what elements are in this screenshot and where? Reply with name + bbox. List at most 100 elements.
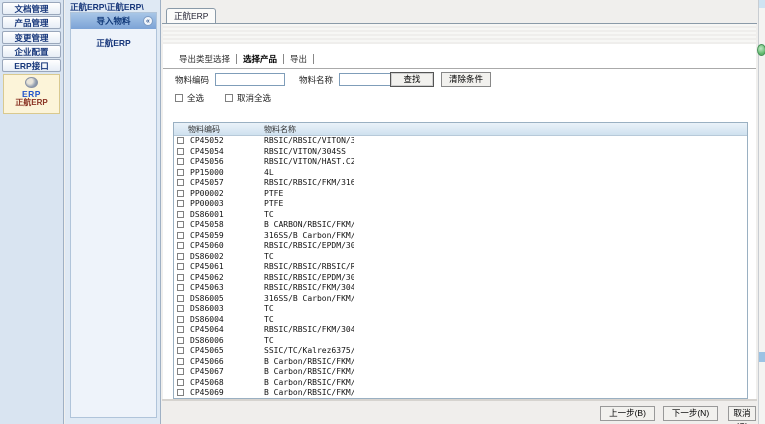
table-row[interactable]: PP00003PTFE	[174, 199, 747, 210]
sidebar-item-4[interactable]: ERP接口	[2, 59, 61, 72]
row-checkbox[interactable]	[177, 253, 184, 260]
chevron-up-icon[interactable]: «	[143, 16, 153, 26]
row-checkbox[interactable]	[177, 221, 184, 228]
step-tab-separator	[313, 54, 314, 64]
row-checkbox[interactable]	[177, 158, 184, 165]
row-material-name: TC	[264, 304, 354, 315]
table-row[interactable]: DS86001TC	[174, 210, 747, 221]
row-checkbox[interactable]	[177, 232, 184, 239]
row-material-code: DS86002	[190, 252, 224, 263]
table-row[interactable]: CP45065SSIC/TC/Kalrez6375/S...	[174, 346, 747, 357]
table-row[interactable]: CP45052RBSIC/RBSIC/VITON/316SS	[174, 136, 747, 147]
row-material-name: B Carbon/RBSIC/FKM/3...	[264, 388, 354, 399]
sidebar-item-1[interactable]: 产品管理	[2, 16, 61, 29]
row-checkbox[interactable]	[177, 368, 184, 375]
table-header: 物料编码 物料名称	[174, 123, 747, 136]
row-checkbox[interactable]	[177, 148, 184, 155]
step-tab-0[interactable]: 导出类型选择	[173, 53, 236, 65]
row-checkbox[interactable]	[177, 347, 184, 354]
table-row[interactable]: PP150004L	[174, 168, 747, 179]
row-checkbox[interactable]	[177, 190, 184, 197]
step-tab-1[interactable]: 选择产品	[237, 53, 283, 65]
row-checkbox[interactable]	[177, 305, 184, 312]
row-checkbox[interactable]	[177, 389, 184, 396]
row-material-code: CP45056	[190, 157, 224, 168]
row-checkbox[interactable]	[177, 137, 184, 144]
nav-group-header[interactable]: 导入物料 «	[71, 13, 156, 29]
row-checkbox[interactable]	[177, 337, 184, 344]
cancel-button[interactable]: 取消(C)	[728, 406, 756, 421]
table-row[interactable]: CP45066B Carbon/RBSIC/FKM/3...	[174, 357, 747, 368]
row-material-name: TC	[264, 252, 354, 263]
select-all-checkbox[interactable]	[175, 94, 183, 102]
table-row[interactable]: DS86003TC	[174, 304, 747, 315]
row-checkbox[interactable]	[177, 379, 184, 386]
table-row[interactable]: DS86006TC	[174, 336, 747, 347]
row-checkbox[interactable]	[177, 316, 184, 323]
select-all-label: 全选	[187, 92, 204, 104]
row-material-code: CP45061	[190, 262, 224, 273]
nav-group-title: 导入物料	[96, 16, 130, 26]
sidebar: ERP 正航ERP 文档管理产品管理变更管理企业配置ERP接口	[0, 0, 64, 424]
row-material-name: RBSIC/RBSIC/VITON/316SS	[264, 136, 354, 147]
globe-erp-icon	[25, 77, 38, 88]
nav-item-zhenghang-erp[interactable]: 正航ERP	[71, 37, 156, 49]
materials-table: 物料编码 物料名称 CP45052RBSIC/RBSIC/VITON/316SS…	[173, 122, 748, 399]
row-checkbox[interactable]	[177, 169, 184, 176]
table-row[interactable]: CP45064RBSIC/RBSIC/FKM/304SS	[174, 325, 747, 336]
table-row[interactable]: CP45063RBSIC/RBSIC/FKM/304SS	[174, 283, 747, 294]
material-code-input[interactable]	[215, 73, 285, 86]
row-checkbox[interactable]	[177, 263, 184, 270]
row-checkbox[interactable]	[177, 200, 184, 207]
table-row[interactable]: CP45058B CARBON/RBSIC/FKM/3...	[174, 220, 747, 231]
row-material-name: RBSIC/RBSIC/EPDM/304SS	[264, 241, 354, 252]
row-checkbox[interactable]	[177, 274, 184, 281]
table-row[interactable]: CP45056RBSIC/VITON/HAST.C276X3	[174, 157, 747, 168]
sidebar-item-3[interactable]: 企业配置	[2, 45, 61, 58]
table-row[interactable]: CP45054RBSIC/VITON/304SS	[174, 147, 747, 158]
step-tab-2[interactable]: 导出	[284, 53, 313, 65]
row-material-name: 316SS/B Carbon/FKM/3...	[264, 231, 354, 242]
row-checkbox[interactable]	[177, 284, 184, 291]
sidebar-item-0[interactable]: 文档管理	[2, 2, 61, 15]
table-row[interactable]: CP45069B Carbon/RBSIC/FKM/3...	[174, 388, 747, 399]
wizard-footer: 上一步(B) 下一步(N) 取消(C)	[162, 399, 757, 424]
table-row[interactable]: PP00002PTFE	[174, 189, 747, 200]
material-code-label: 物料编码	[175, 74, 209, 87]
table-row[interactable]: CP45061RBSIC/RBSIC/RBSIC/RB...	[174, 262, 747, 273]
row-checkbox[interactable]	[177, 211, 184, 218]
row-checkbox[interactable]	[177, 242, 184, 249]
row-material-code: CP45066	[190, 357, 224, 368]
table-row[interactable]: CP45059316SS/B Carbon/FKM/3...	[174, 231, 747, 242]
table-row[interactable]: DS86004TC	[174, 315, 747, 326]
table-row[interactable]: CP45067B Carbon/RBSIC/FKM/3...	[174, 367, 747, 378]
row-material-code: CP45060	[190, 241, 224, 252]
table-row[interactable]: CP45060 RBSIC/RBSIC/EPDM/304SS	[174, 241, 747, 252]
column-header-code[interactable]: 物料编码	[188, 123, 220, 136]
sidebar-item-erp-selected[interactable]: ERP 正航ERP	[3, 74, 60, 114]
deselect-all-checkbox[interactable]	[225, 94, 233, 102]
table-row[interactable]: CP45068B Carbon/RBSIC/FKM/3...	[174, 378, 747, 389]
row-material-name: B Carbon/RBSIC/FKM/3...	[264, 367, 354, 378]
wizard-step-tabs: 导出类型选择选择产品导出	[173, 52, 314, 66]
tab-zhenghang-erp[interactable]: 正航ERP	[166, 8, 216, 23]
table-row[interactable]: DS86002 TC	[174, 252, 747, 263]
table-row[interactable]: DS86005316SS/B Carbon/FKM/3...	[174, 294, 747, 305]
clear-conditions-button[interactable]: 清除条件	[441, 72, 491, 87]
table-row[interactable]: CP45062RBSIC/RBSIC/EPDM/304SS	[174, 273, 747, 284]
row-material-code: CP45054	[190, 147, 224, 158]
table-row[interactable]: CP45057RBSIC/RBSIC/FKM/316SS	[174, 178, 747, 189]
row-checkbox[interactable]	[177, 358, 184, 365]
deselect-all-group: 取消全选	[225, 92, 271, 104]
row-checkbox[interactable]	[177, 326, 184, 333]
row-checkbox[interactable]	[177, 179, 184, 186]
next-button[interactable]: 下一步(N)	[663, 406, 718, 421]
back-button[interactable]: 上一步(B)	[600, 406, 655, 421]
find-button[interactable]: 查找	[390, 72, 434, 87]
step-tabs-divider	[163, 68, 756, 69]
sidebar-item-2[interactable]: 变更管理	[2, 31, 61, 44]
row-checkbox[interactable]	[177, 295, 184, 302]
column-header-name[interactable]: 物料名称	[264, 123, 296, 136]
row-material-name: PTFE	[264, 189, 354, 200]
row-material-code: CP45058	[190, 220, 224, 231]
